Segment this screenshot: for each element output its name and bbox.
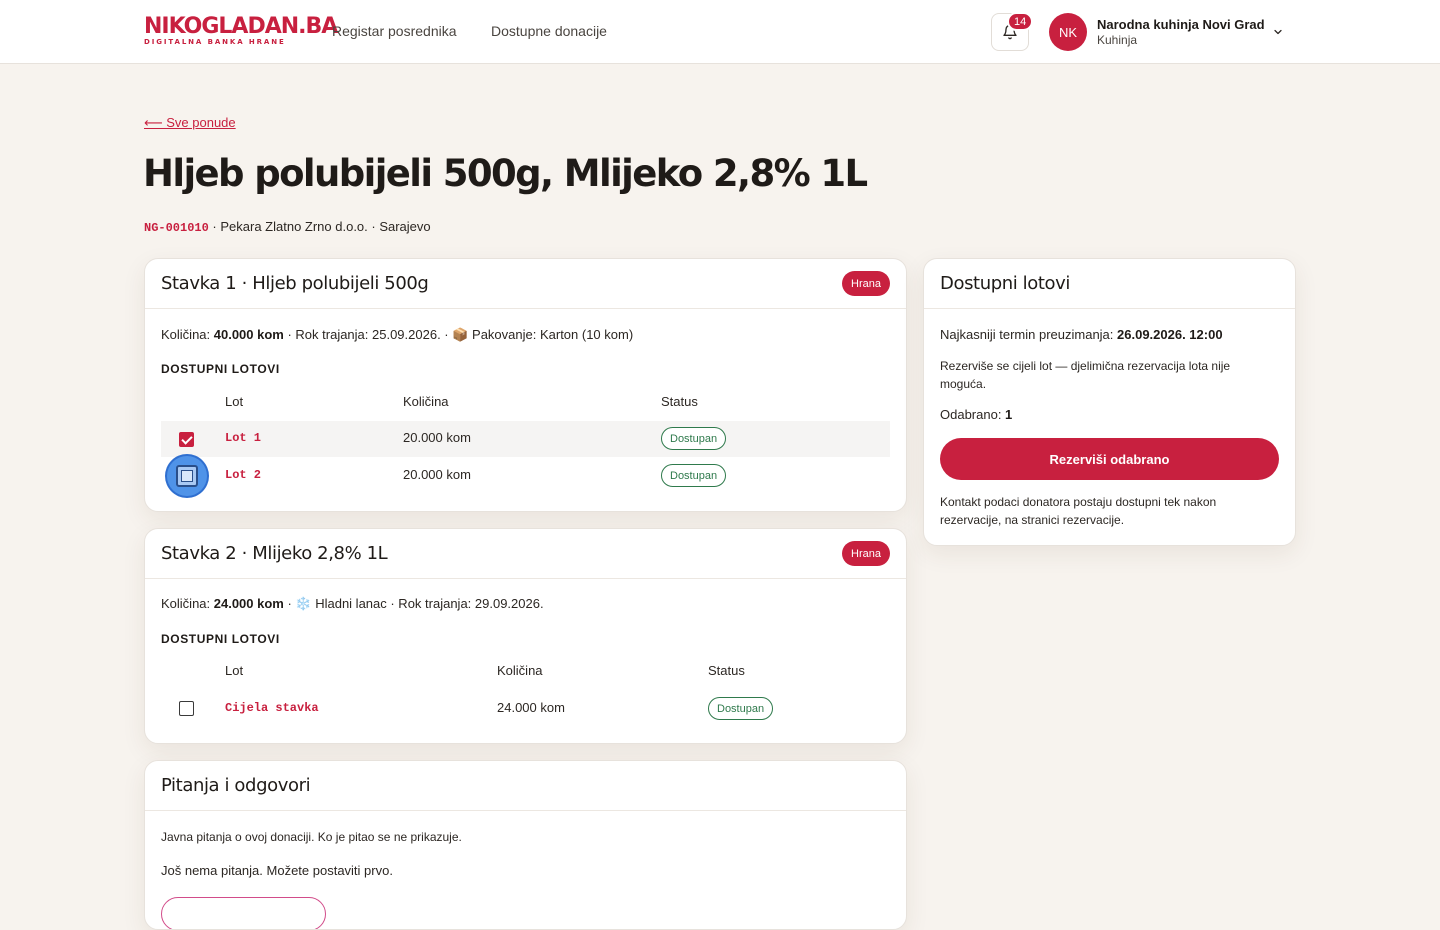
- lot-quantity: 20.000 kom: [403, 467, 471, 482]
- item-info: Količina: 40.000 kom · Rok trajanja: 25.…: [161, 327, 634, 342]
- qa-note: Javna pitanja o ovoj donaciji. Ko je pit…: [161, 830, 462, 844]
- column-header-quantity: Količina: [497, 663, 543, 678]
- status-badge: Dostupan: [708, 697, 774, 720]
- logo-wordmark: NIKOGLADAN.BA: [144, 14, 338, 39]
- category-badge: Hrana: [842, 541, 890, 566]
- status-badge: Dostupan: [661, 464, 727, 487]
- lots-sidebar-card: Dostupni lotovi Najkasniji termin preuzi…: [923, 258, 1296, 546]
- lots-section-label: DOSTUPNI LOTOVI: [161, 362, 280, 376]
- donation-code: NG-001010: [144, 221, 209, 235]
- lot-checkbox[interactable]: [179, 701, 194, 716]
- pickup-deadline-value: 26.09.2026. 12:00: [1117, 327, 1223, 342]
- table-row[interactable]: Cijela stavka 24.000 kom Dostupan: [161, 690, 890, 726]
- column-header-status: Status: [661, 394, 698, 409]
- category-badge: Hrana: [842, 271, 890, 296]
- status-badge: Dostupan: [661, 427, 727, 450]
- user-name[interactable]: Narodna kuhinja Novi Grad: [1097, 17, 1265, 32]
- user-avatar[interactable]: NK: [1049, 13, 1087, 51]
- site-logo[interactable]: NIKOGLADAN.BA DIGITALNA BANKA HRANE: [144, 14, 338, 46]
- item-title: Stavka 1 · Hljeb polubijeli 500g: [161, 273, 429, 294]
- lot-quantity: 20.000 kom: [403, 430, 471, 445]
- pickup-deadline: Najkasniji termin preuzimanja: 26.09.202…: [940, 327, 1223, 342]
- logo-tagline: DIGITALNA BANKA HRANE: [144, 38, 286, 46]
- item-title: Stavka 2 · Mlijeko 2,8% 1L: [161, 543, 388, 564]
- donation-meta: NG-001010 · Pekara Zlatno Zrno d.o.o. · …: [144, 219, 431, 235]
- nav-dostupne-donacije[interactable]: Dostupne donacije: [491, 23, 607, 39]
- lot-checkbox-focused[interactable]: [167, 456, 207, 496]
- lot-quantity: 24.000 kom: [497, 700, 565, 715]
- column-header-lot: Lot: [225, 394, 244, 409]
- page-title: Hljeb polubijeli 500g, Mlijeko 2,8% 1L: [143, 152, 868, 195]
- back-to-offers-link[interactable]: ⟵ Sve ponude: [144, 115, 236, 131]
- item-quantity: 24.000 kom: [213, 596, 284, 611]
- qa-empty-state: Još nema pitanja. Možete postaviti prvo.: [161, 863, 393, 878]
- table-row[interactable]: Lot 2 20.000 kom Dostupan: [161, 456, 890, 496]
- contact-note: Kontakt podaci donatora postaju dostupni…: [940, 495, 1217, 527]
- lot-checkbox[interactable]: [179, 432, 194, 447]
- qa-card-header: Pitanja i odgovori: [145, 761, 906, 811]
- donor-location: · Pekara Zlatno Zrno d.o.o. · Sarajevo: [208, 219, 431, 234]
- column-header-quantity: Količina: [403, 394, 449, 409]
- item-card-header: Stavka 2 · Mlijeko 2,8% 1L Hrana: [145, 529, 906, 579]
- sidebar-card-header: Dostupni lotovi: [924, 259, 1295, 309]
- nav-registar-posrednika[interactable]: Registar posrednika: [332, 23, 457, 39]
- qa-title: Pitanja i odgovori: [161, 775, 311, 796]
- top-bar: NIKOGLADAN.BA DIGITALNA BANKA HRANE Regi…: [0, 0, 1440, 64]
- selected-count: Odabrano: 1: [940, 407, 1013, 422]
- lot-name: Lot 2: [225, 468, 262, 482]
- table-row[interactable]: Lot 1 20.000 kom Dostupan: [161, 421, 890, 457]
- ask-question-button[interactable]: [161, 897, 326, 929]
- lots-section-label: DOSTUPNI LOTOVI: [161, 632, 280, 646]
- selected-count-value: 1: [1005, 407, 1013, 422]
- reserve-selected-button[interactable]: Rezerviši odabrano: [940, 438, 1279, 480]
- whole-lot-note: Rezerviše se cijeli lot — djelimična rez…: [940, 359, 1231, 391]
- item-quantity: 40.000 kom: [213, 327, 284, 342]
- sidebar-title: Dostupni lotovi: [940, 273, 1071, 294]
- qa-card: Pitanja i odgovori Javna pitanja o ovoj …: [144, 760, 907, 930]
- user-role: Kuhinja: [1097, 33, 1138, 47]
- column-header-status: Status: [708, 663, 745, 678]
- notifications-count-badge: 14: [1007, 12, 1034, 31]
- column-header-lot: Lot: [225, 663, 244, 678]
- lot-name: Lot 1: [225, 431, 262, 445]
- item-card-2: Stavka 2 · Mlijeko 2,8% 1L Hrana Količin…: [144, 528, 907, 744]
- item-card-1: Stavka 1 · Hljeb polubijeli 500g Hrana K…: [144, 258, 907, 512]
- item-info: Količina: 24.000 kom · ❄️ Hladni lanac ·…: [161, 596, 544, 611]
- item-card-header: Stavka 1 · Hljeb polubijeli 500g Hrana: [145, 259, 906, 309]
- chevron-down-icon[interactable]: [1272, 26, 1284, 38]
- lot-name: Cijela stavka: [225, 701, 319, 715]
